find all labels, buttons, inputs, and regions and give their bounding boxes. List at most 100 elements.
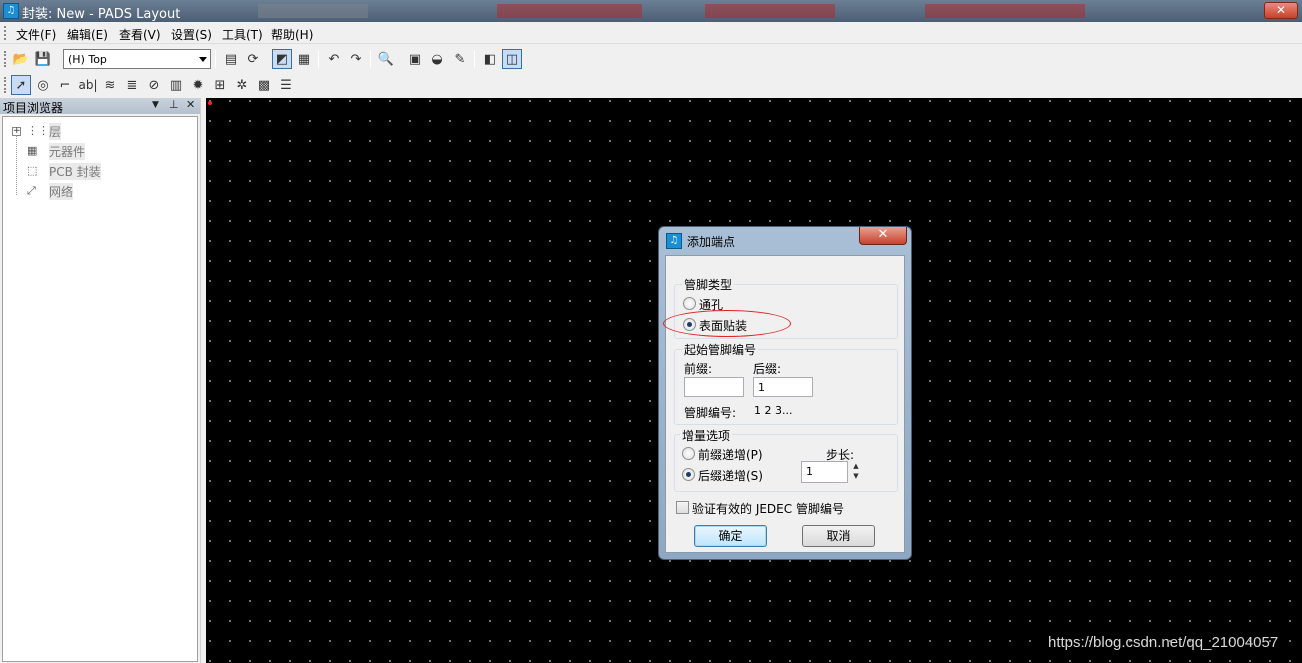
jedec-checkbox-label[interactable]: 验证有效的 JEDEC 管脚编号 xyxy=(692,500,844,517)
layer-select[interactable]: (H) Top xyxy=(63,49,211,69)
menu-tools[interactable]: 工具(T) xyxy=(222,26,263,43)
menu-edit[interactable]: 编辑(E) xyxy=(67,26,108,43)
tree-item-nets[interactable]: ⤢ 网络 xyxy=(3,182,193,200)
add-terminal-icon[interactable]: ⊞ xyxy=(210,75,230,95)
pin-number-label: 管脚编号: xyxy=(684,406,737,420)
copper-icon[interactable]: ≋ xyxy=(100,75,120,95)
tree-item-label: 网络 xyxy=(49,182,74,200)
prefix-increment-label[interactable]: 前缀递增(P) xyxy=(698,446,763,463)
project-browser-header: 项目浏览器 ▼ ⊥ ✕ xyxy=(0,98,200,115)
pin-type-group-label: 管脚类型 xyxy=(682,276,735,293)
add-terminal-dialog: ♫ 添加端点 ✕ 管脚类型 通孔 表面贴装 起始管脚编号 前缀: 后缀: 1 管… xyxy=(658,226,912,560)
component-icon: ▦ xyxy=(27,144,38,157)
watermark-text: https://blog.csdn.net/qq_21004057 xyxy=(1048,634,1279,651)
terminal-icon[interactable]: ◎ xyxy=(33,75,53,95)
toolbar-grip[interactable] xyxy=(4,26,7,40)
cancel-button[interactable]: 取消 xyxy=(802,525,875,547)
list-icon[interactable]: ☰ xyxy=(276,75,296,95)
wizard-icon[interactable]: ✹ xyxy=(188,75,208,95)
menu-setup[interactable]: 设置(S) xyxy=(171,26,212,43)
redo-icon[interactable]: ↷ xyxy=(346,49,366,69)
layers-icon: ⋮⋮ xyxy=(27,124,49,137)
background-window-ghost xyxy=(925,4,1085,18)
tree-item-pcb-decals[interactable]: ⬚ PCB 封装 xyxy=(3,162,193,180)
pin-number-preview: 1 2 3... xyxy=(754,404,793,417)
decal-editor-icon[interactable]: ▦ xyxy=(294,49,314,69)
toolbar-grip[interactable] xyxy=(4,51,7,67)
background-window-ghost xyxy=(497,4,642,18)
tree-item-label: 元器件 xyxy=(49,142,86,160)
net-icon: ⤢ xyxy=(27,184,36,197)
step-input[interactable]: 1 xyxy=(801,461,848,483)
project-browser-title: 项目浏览器 xyxy=(3,101,64,115)
open-icon[interactable]: 📂 xyxy=(11,49,31,69)
refresh-icon[interactable]: ⟳ xyxy=(243,49,263,69)
highlight-ellipse xyxy=(663,310,791,337)
drafting-mode-icon[interactable]: ◩ xyxy=(272,49,292,69)
prefix-increment-radio[interactable] xyxy=(682,447,695,460)
dialog-close-button[interactable]: ✕ xyxy=(859,227,907,245)
window-title: 封装: New - PADS Layout xyxy=(22,7,181,22)
toolbar-separator xyxy=(215,50,216,68)
prefix-input[interactable] xyxy=(684,377,744,397)
start-pin-number-group-label: 起始管脚编号 xyxy=(682,341,759,358)
copper-cutout-icon[interactable]: ≣ xyxy=(122,75,142,95)
background-window-ghost xyxy=(705,4,835,18)
through-hole-radio[interactable] xyxy=(683,297,696,310)
text-tool[interactable]: ab| xyxy=(77,75,99,95)
dialog-body: 管脚类型 通孔 表面贴装 起始管脚编号 前缀: 后缀: 1 管脚编号: 1 2 … xyxy=(665,255,905,553)
dialog-title: 添加端点 xyxy=(687,235,736,249)
origin-marker xyxy=(208,101,212,105)
undo-icon[interactable]: ↶ xyxy=(324,49,344,69)
toolbar-separator xyxy=(474,50,475,68)
prefix-label: 前缀: xyxy=(684,362,713,376)
menu-view[interactable]: 查看(V) xyxy=(119,26,161,43)
title-bar: ♫ 封装: New - PADS Layout ✕ xyxy=(0,0,1302,22)
spin-stepper-icon[interactable]: ▲ ▼ xyxy=(851,461,861,483)
menu-bar: 文件(F) 编辑(E) 查看(V) 设置(S) 工具(T) 帮助(H) xyxy=(0,22,1302,44)
pads-icon: ♫ xyxy=(3,3,19,19)
zoom-icon[interactable]: 🔍 xyxy=(376,49,396,69)
toolbar-separator xyxy=(318,50,319,68)
dropdown-icon[interactable]: ▼ xyxy=(152,100,159,110)
menu-help[interactable]: 帮助(H) xyxy=(271,26,313,43)
increment-options-group-label: 增量选项 xyxy=(680,427,733,444)
suffix-increment-radio[interactable] xyxy=(682,468,695,481)
properties-icon[interactable]: ▤ xyxy=(221,49,241,69)
save-icon[interactable]: 💾 xyxy=(33,49,53,69)
tree-item-layers[interactable]: + ⋮⋮ 层 xyxy=(3,122,193,140)
toolbar-separator xyxy=(370,50,371,68)
suffix-input[interactable]: 1 xyxy=(753,377,813,397)
layer-select-value: (H) Top xyxy=(68,53,107,66)
suffix-increment-label[interactable]: 后缀递增(S) xyxy=(698,467,763,484)
decal-icon: ⬚ xyxy=(27,164,38,177)
jedec-checkbox[interactable] xyxy=(676,501,689,514)
tree-item-components[interactable]: ▦ 元器件 xyxy=(3,142,193,160)
library-icon[interactable]: ▥ xyxy=(166,75,186,95)
origin-icon[interactable]: ✲ xyxy=(232,75,252,95)
window-icon[interactable]: ◫ xyxy=(502,49,522,69)
tree-item-label: 层 xyxy=(49,122,62,140)
background-window-ghost xyxy=(258,4,368,18)
pin-icon[interactable]: ⊥ xyxy=(169,98,179,111)
2d-line-icon[interactable]: ⌐ xyxy=(55,75,75,95)
menu-file[interactable]: 文件(F) xyxy=(16,26,56,43)
close-icon[interactable]: ✕ xyxy=(186,98,195,111)
window-close-button[interactable]: ✕ xyxy=(1264,2,1298,19)
pan-icon[interactable]: ◧ xyxy=(480,49,500,69)
ok-button[interactable]: 确定 xyxy=(694,525,767,547)
align-icon[interactable]: ▩ xyxy=(254,75,274,95)
tree-item-label: PCB 封装 xyxy=(49,162,101,180)
keepout-icon[interactable]: ⊘ xyxy=(144,75,164,95)
expand-icon[interactable]: + xyxy=(12,126,21,136)
suffix-label: 后缀: xyxy=(753,362,782,376)
view-icon[interactable]: ▣ xyxy=(405,49,425,69)
chevron-down-icon xyxy=(199,57,207,62)
toolbar-grip[interactable] xyxy=(4,77,7,93)
pads-icon: ♫ xyxy=(666,233,682,249)
brush-icon[interactable]: ✎ xyxy=(450,49,470,69)
project-browser-tree: + ⋮⋮ 层 ▦ 元器件 ⬚ PCB 封装 ⤢ 网络 xyxy=(2,116,198,662)
drafting-toolbar: ➚ ◎ ⌐ ab| ≋ ≣ ⊘ ▥ ✹ ⊞ ✲ ▩ ☰ xyxy=(0,72,300,98)
select-arrow-icon[interactable]: ➚ xyxy=(11,75,31,95)
board-view-icon[interactable]: ◒ xyxy=(427,49,447,69)
